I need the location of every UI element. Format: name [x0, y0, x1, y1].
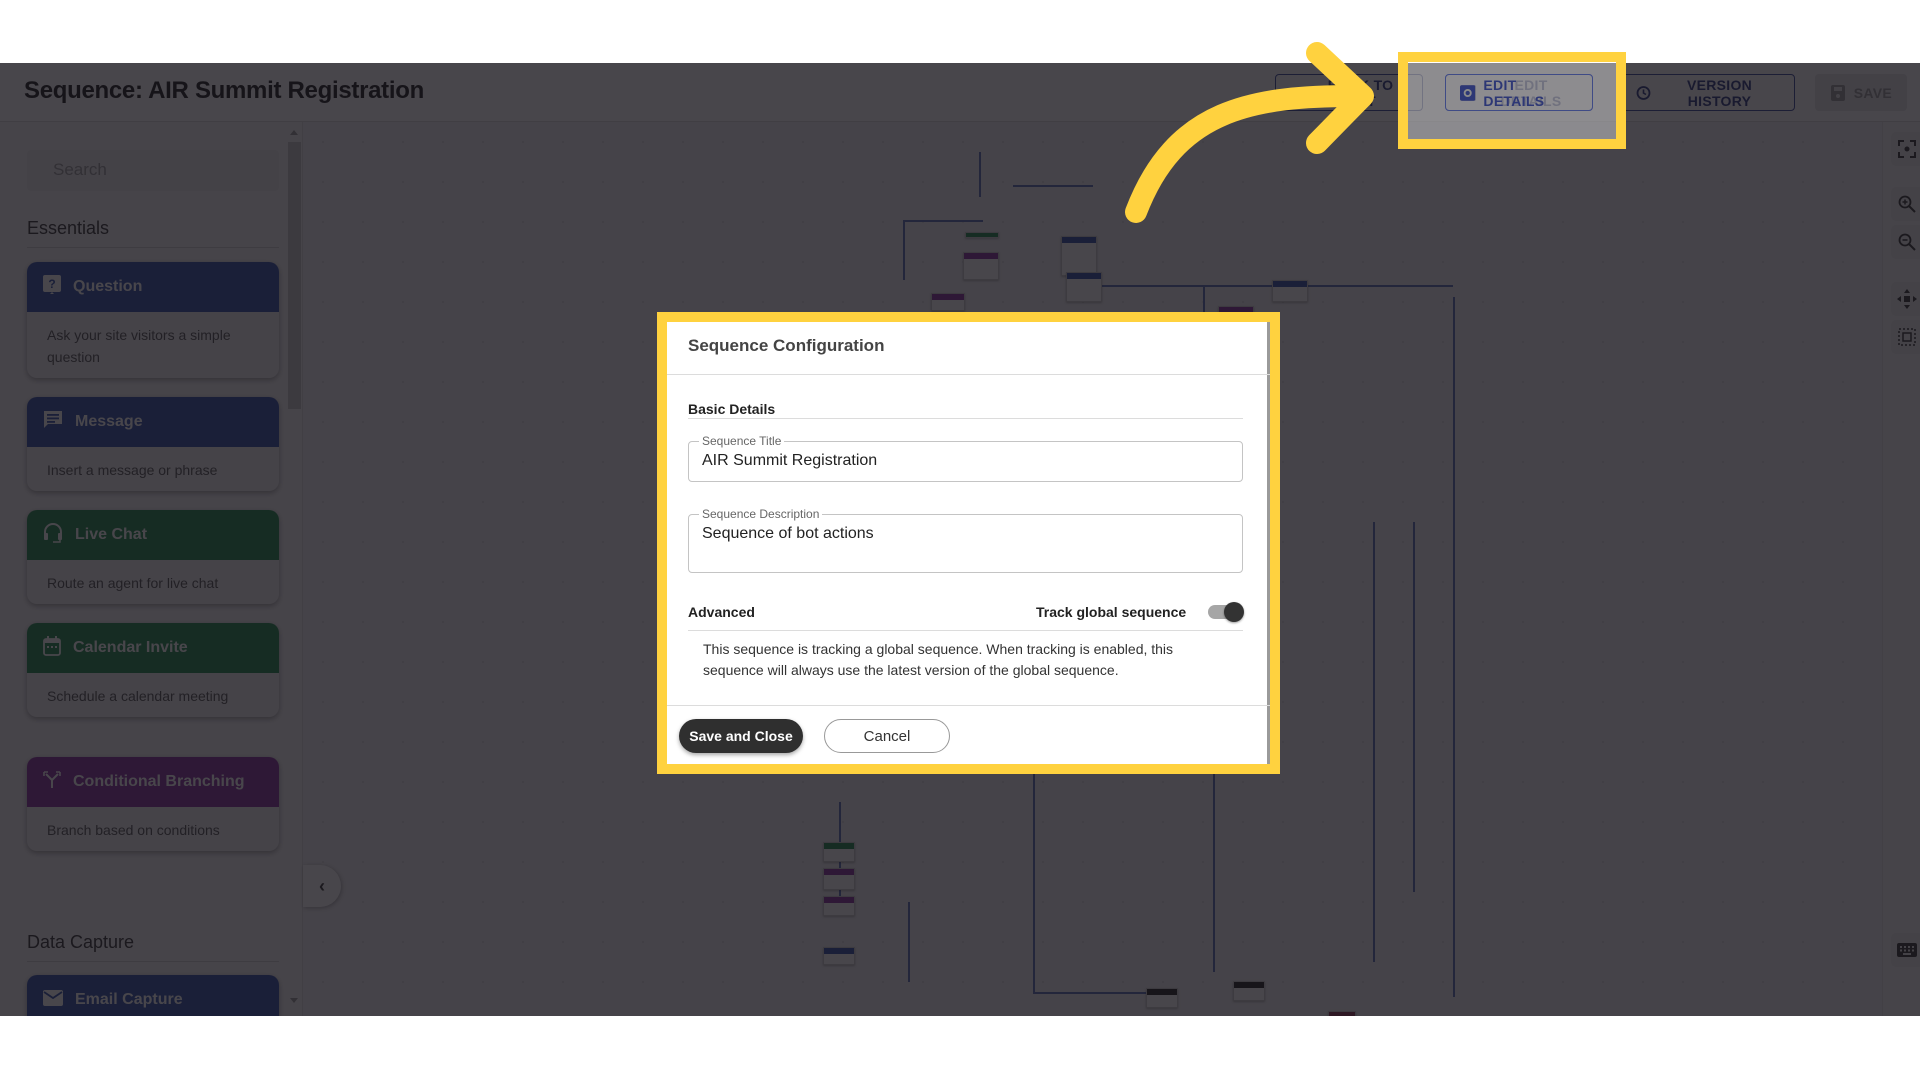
highlight-box-dialog — [657, 312, 1280, 774]
highlight-box-edit-details — [1398, 52, 1626, 149]
